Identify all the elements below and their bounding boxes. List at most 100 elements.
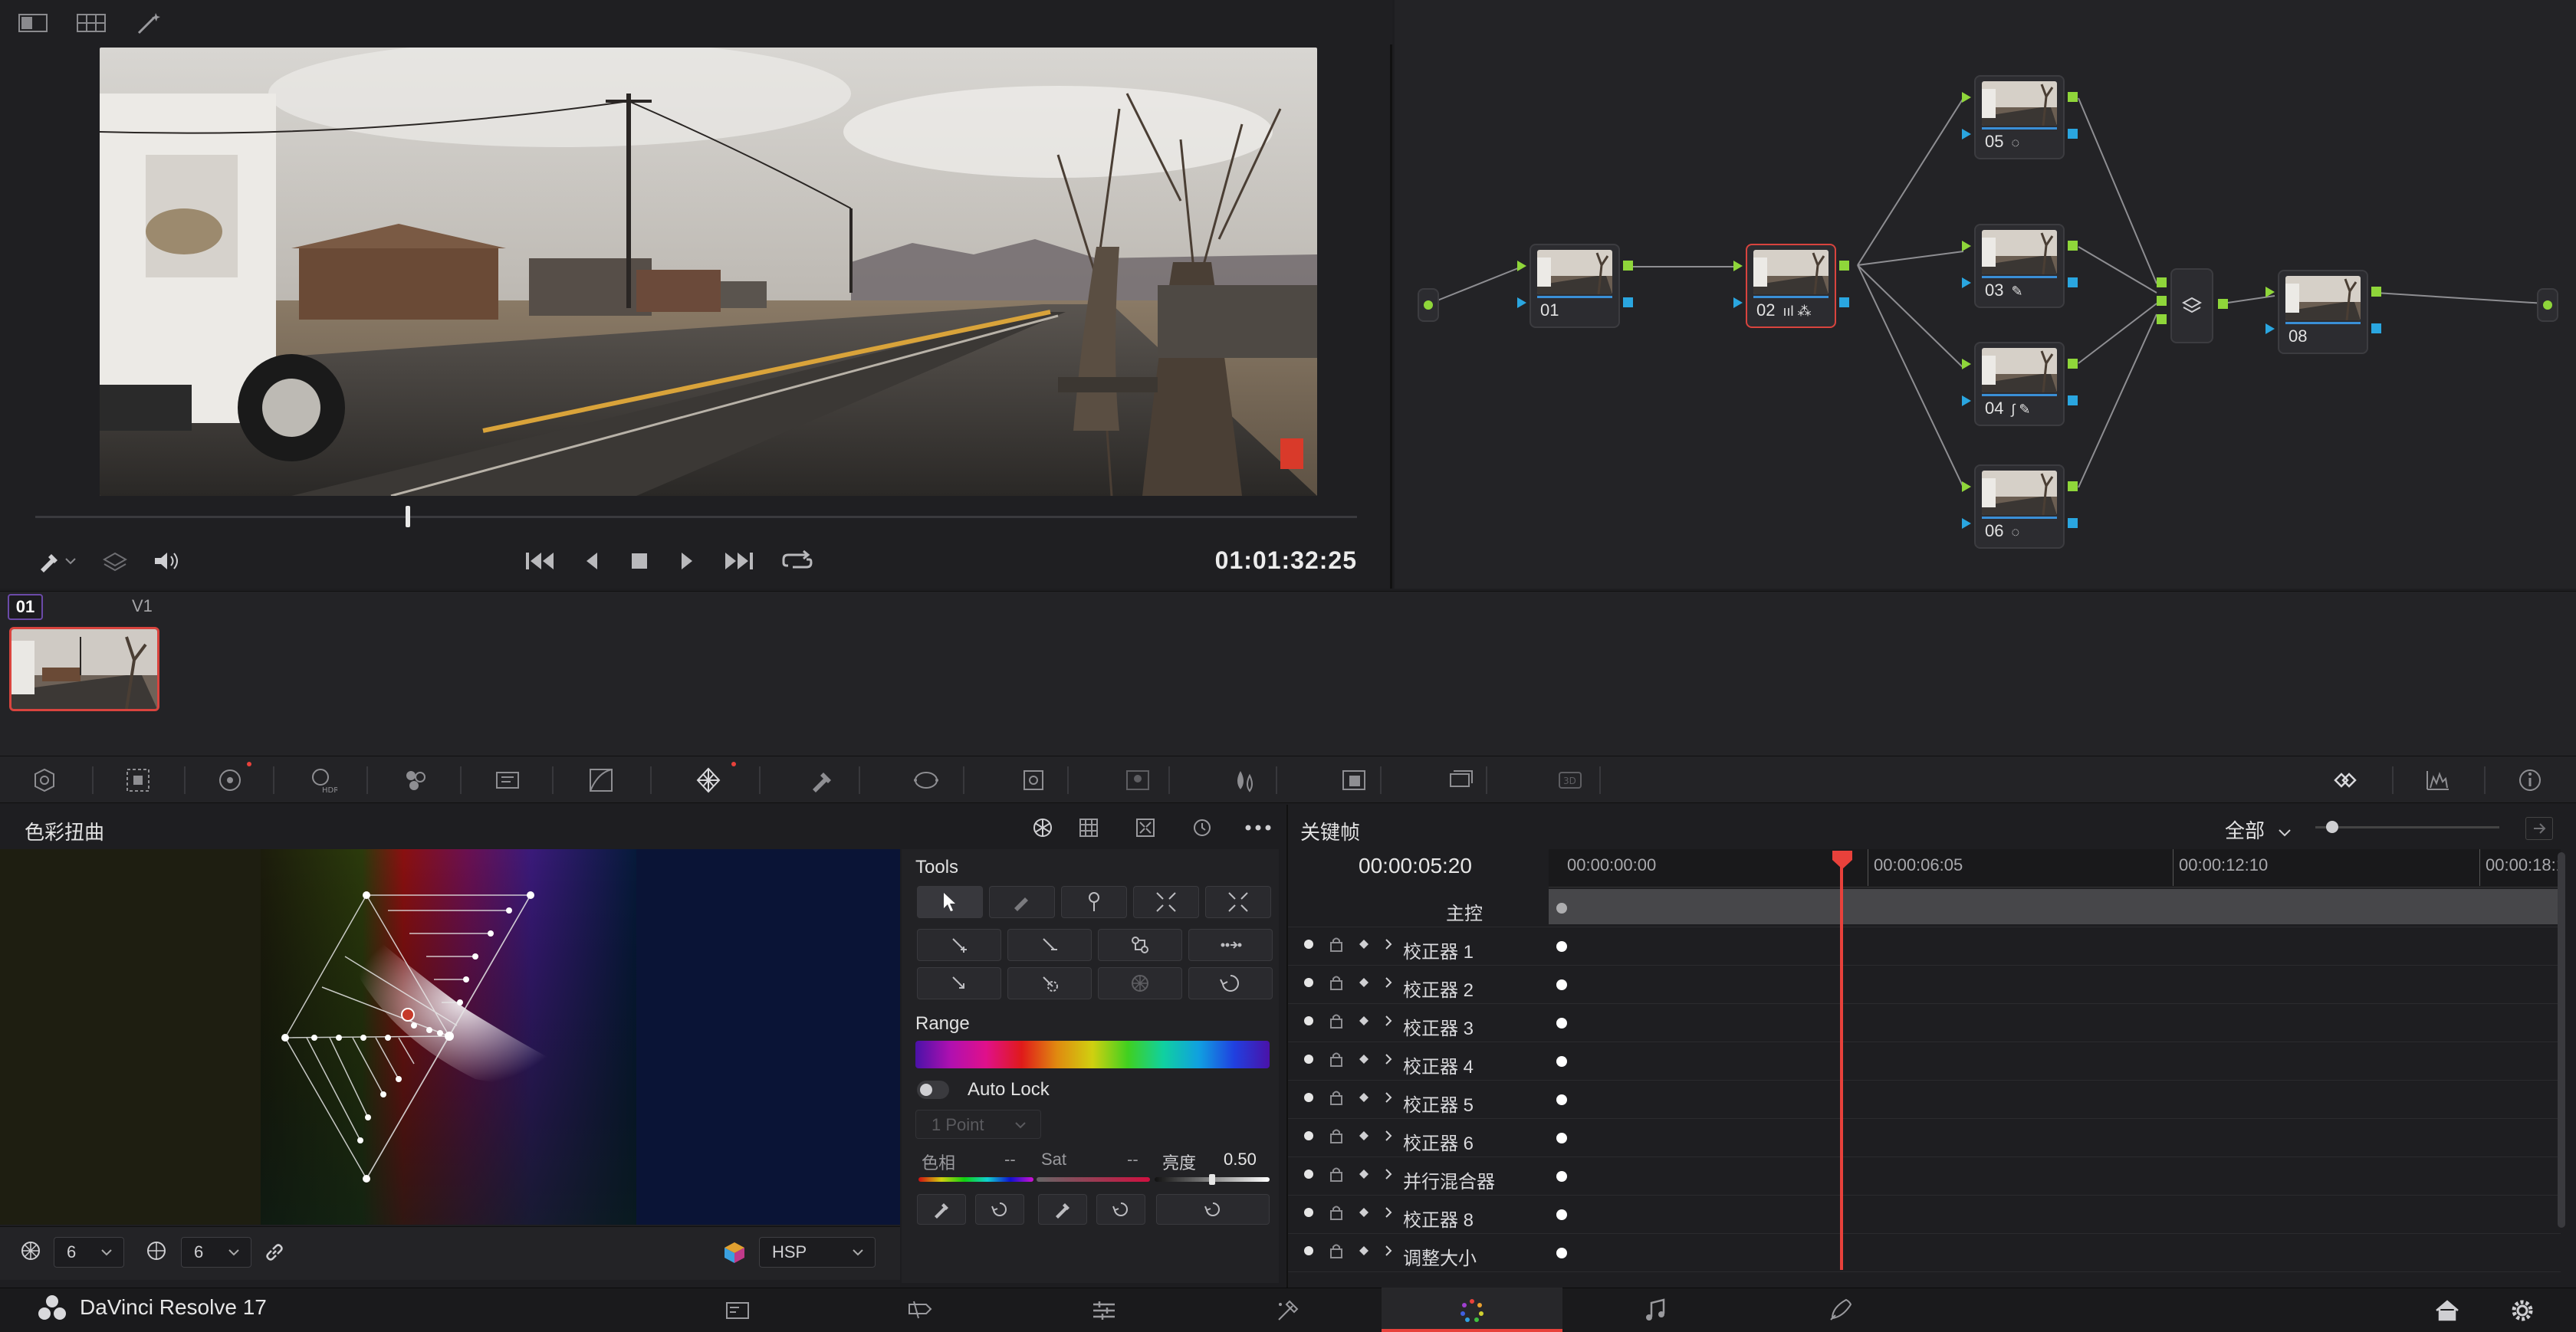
rgb-output-port[interactable] [1623, 261, 1633, 271]
enable-dot-icon[interactable] [1303, 1015, 1314, 1026]
enable-dot-icon[interactable] [1303, 1245, 1314, 1256]
hue-sat-mode-icon[interactable] [1027, 814, 1058, 842]
skip-forward-icon[interactable] [721, 543, 757, 579]
chevron-right-icon[interactable] [1385, 938, 1392, 950]
layout-grid-icon[interactable] [72, 9, 110, 37]
collapse-tool-button[interactable] [1133, 886, 1199, 918]
fusion-page-icon[interactable] [1257, 1291, 1319, 1330]
lock-icon[interactable] [1329, 1166, 1343, 1182]
keyframe-marker[interactable] [1556, 979, 1567, 990]
lock-icon[interactable] [1329, 937, 1343, 952]
keyframes-mode-select[interactable]: 全部 [2225, 815, 2292, 844]
rgb-input-port[interactable] [1962, 241, 1971, 251]
sat-slider[interactable] [1037, 1177, 1150, 1182]
curves-icon[interactable] [577, 759, 626, 802]
chevron-right-icon[interactable] [1385, 1130, 1392, 1142]
keyframe-row[interactable]: 校正器 1 [1288, 927, 2561, 966]
output-node[interactable] [2537, 288, 2558, 322]
rgb-output-port[interactable] [2068, 241, 2078, 251]
alpha-output-port[interactable] [1623, 297, 1633, 307]
lock-icon[interactable] [1329, 1090, 1343, 1105]
keyframe-diamond-icon[interactable] [1359, 1130, 1369, 1141]
rgb-input-port[interactable] [1962, 359, 1971, 369]
lock-icon[interactable] [1329, 975, 1343, 990]
enable-dot-icon[interactable] [1303, 1092, 1314, 1103]
range-spectrum[interactable] [915, 1041, 1270, 1068]
viewer-scrubber[interactable] [35, 516, 1357, 518]
point-select[interactable]: 1 Point [915, 1110, 1041, 1139]
3d-icon[interactable]: 3D [1546, 759, 1595, 802]
collapse-panel-icon[interactable] [2525, 817, 2553, 840]
node-01[interactable]: 01 [1530, 244, 1620, 328]
rgb-output-port[interactable] [2068, 92, 2078, 102]
enable-dot-icon[interactable] [1303, 1130, 1314, 1141]
rgb-input-port[interactable] [1733, 261, 1743, 271]
alpha-input-port[interactable] [1962, 395, 1971, 406]
magic-wand-icon[interactable] [130, 9, 169, 37]
keyframe-diamond-icon[interactable] [1359, 1092, 1369, 1103]
motion-effects-icon[interactable] [483, 759, 532, 802]
keyframe-diamond-icon[interactable] [1359, 977, 1369, 988]
keyframe-marker[interactable] [1556, 1094, 1567, 1105]
mixer-input-port[interactable] [2157, 314, 2167, 324]
expand-tool-button[interactable] [1205, 886, 1271, 918]
keyframe-row[interactable]: 调整大小 [1288, 1234, 2561, 1272]
auto-lock-toggle[interactable] [917, 1081, 949, 1099]
hue-slider[interactable] [918, 1177, 1033, 1182]
deliver-page-icon[interactable] [1809, 1291, 1871, 1330]
media-page-icon[interactable] [707, 1291, 768, 1330]
rgb-input-port[interactable] [1962, 481, 1971, 492]
layout-single-icon[interactable] [14, 9, 52, 37]
alpha-input-port[interactable] [1517, 297, 1526, 308]
chevron-right-icon[interactable] [1385, 1091, 1392, 1104]
playhead-handle[interactable] [1831, 849, 1854, 871]
fairlight-page-icon[interactable] [1625, 1291, 1687, 1330]
keyframe-marker[interactable] [1556, 941, 1567, 952]
remove-point-button[interactable] [1007, 929, 1092, 961]
color-match-icon[interactable] [113, 759, 163, 802]
mixer-input-port[interactable] [2157, 296, 2167, 306]
rgb-output-port[interactable] [1839, 261, 1849, 271]
layers-icon[interactable] [97, 543, 133, 579]
keyframe-diamond-icon[interactable] [1359, 1054, 1369, 1065]
select-tool-button[interactable] [917, 886, 983, 918]
node-02[interactable]: 02 ııl ⁂ [1746, 244, 1836, 328]
alpha-input-port[interactable] [1962, 277, 1971, 288]
luminance-slider[interactable] [1155, 1174, 1270, 1185]
clip-thumbnail[interactable] [9, 627, 159, 711]
rotate-select-button[interactable] [1007, 967, 1092, 999]
keyframe-row[interactable]: 校正器 6 [1288, 1119, 2561, 1157]
keyframes-zoom-slider[interactable] [2315, 821, 2499, 833]
alpha-input-port[interactable] [1962, 518, 1971, 529]
camera-raw-icon[interactable] [20, 759, 69, 802]
hue-reset-button[interactable] [975, 1194, 1024, 1225]
enable-dot-icon[interactable] [1303, 939, 1314, 950]
keyframe-marker[interactable] [1556, 1056, 1567, 1067]
stop-icon[interactable] [621, 543, 658, 579]
sat-reset-button[interactable] [1096, 1194, 1145, 1225]
window-icon[interactable] [902, 759, 951, 802]
select-lasso-button[interactable] [917, 967, 1001, 999]
alpha-output-port[interactable] [2371, 323, 2381, 333]
alpha-output-port[interactable] [2068, 518, 2078, 528]
chevron-right-icon[interactable] [1385, 1053, 1392, 1065]
grid-mode-icon[interactable] [1073, 814, 1104, 842]
node-06[interactable]: 06 ◌ [1974, 464, 2065, 549]
play-icon[interactable] [669, 543, 705, 579]
distribute-points-button[interactable] [1188, 929, 1273, 961]
enable-dot-icon[interactable] [1303, 1169, 1314, 1179]
key-icon[interactable] [1329, 759, 1378, 802]
lock-icon[interactable] [1329, 1128, 1343, 1143]
more-options-icon[interactable] [1240, 814, 1276, 842]
chevron-right-icon[interactable] [1385, 1245, 1392, 1257]
node-04[interactable]: 04 ∫ ✎ [1974, 342, 2065, 426]
rgb-input-port[interactable] [1517, 261, 1526, 271]
viewer-image[interactable] [100, 48, 1317, 496]
hue-eyedropper-button[interactable] [917, 1194, 966, 1225]
grid-select-button[interactable] [1098, 967, 1182, 999]
node-03[interactable]: 03 ✎ [1974, 224, 2065, 308]
color-space-select[interactable]: HSP [759, 1237, 876, 1268]
input-node[interactable] [1418, 288, 1439, 322]
enable-dot-icon[interactable] [1303, 1207, 1314, 1218]
info-icon[interactable] [2505, 759, 2555, 802]
